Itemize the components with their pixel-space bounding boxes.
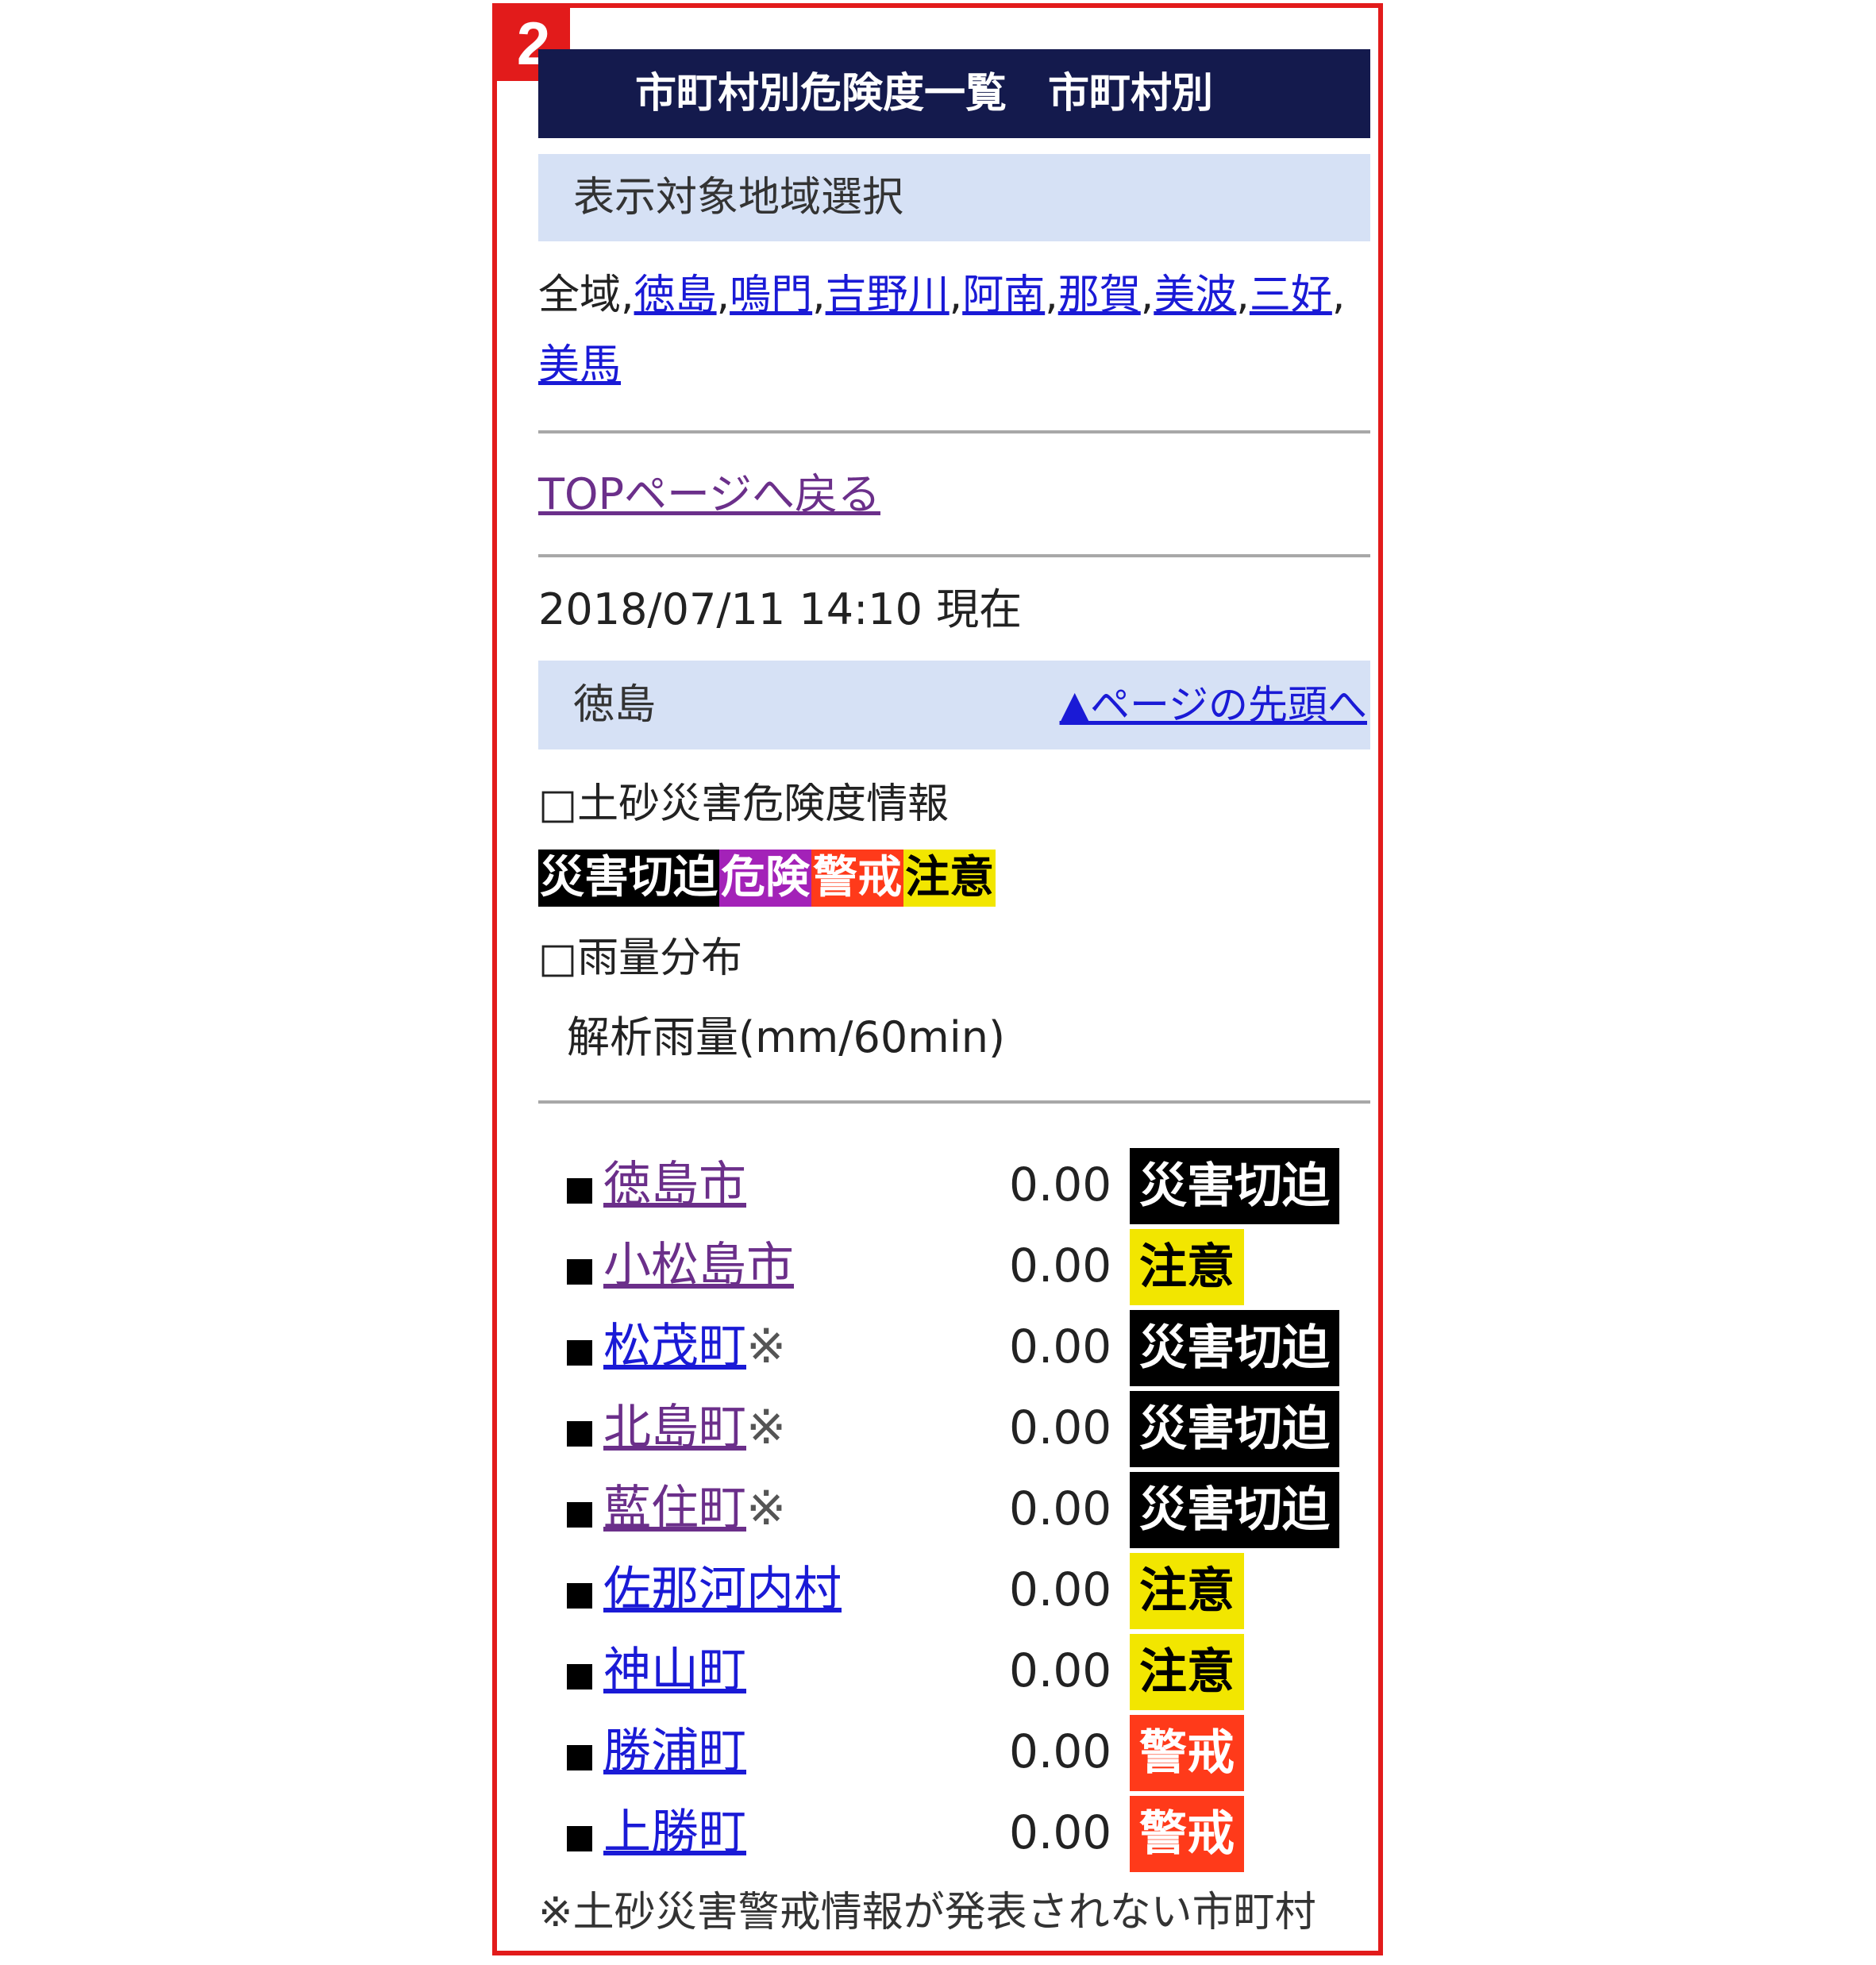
rainfall-value: 0.00 — [1009, 1401, 1112, 1454]
rain-section-label: □雨量分布 — [538, 934, 743, 982]
risk-level-badge: 注意 — [1130, 1553, 1244, 1629]
no-warning-mark: ※ — [746, 1319, 787, 1374]
region-link-yoshinogawa[interactable]: 吉野川 — [826, 272, 950, 319]
risk-level-badge: 警戒 — [1130, 1796, 1244, 1872]
municipality-link[interactable]: 勝浦町 — [603, 1724, 746, 1779]
municipality-row: 徳島市 0.00 災害切迫 — [538, 1146, 1370, 1227]
page-top-link[interactable]: ▲ページの先頭へ — [1060, 661, 1370, 749]
panel-content: 市町村別危険度一覧 市町村別 表示対象地域選択 全域,徳島,鳴門,吉野川,阿南,… — [538, 49, 1370, 1945]
risk-level-badge: 注意 — [1130, 1229, 1244, 1305]
bullet-square-icon — [567, 1583, 592, 1609]
footnote: ※土砂災害警戒情報が発表されない市町村 — [538, 1889, 1316, 1936]
municipality-name-cell: 北島町※ — [603, 1389, 786, 1466]
municipality-link[interactable]: 松茂町 — [603, 1319, 746, 1374]
region-link-minami[interactable]: 美波 — [1154, 272, 1236, 319]
rainfall-value: 0.00 — [1009, 1320, 1112, 1374]
municipality-link[interactable]: 藍住町 — [603, 1481, 746, 1536]
municipality-row: 上勝町 0.00 警戒 — [538, 1794, 1370, 1875]
legend-warning: 警戒 — [811, 850, 903, 907]
risk-level-badge: 災害切迫 — [1130, 1310, 1339, 1386]
municipality-link[interactable]: 上勝町 — [603, 1805, 746, 1860]
municipality-link[interactable]: 佐那河内村 — [603, 1562, 842, 1617]
bullet-square-icon — [567, 1745, 592, 1770]
divider — [538, 1100, 1370, 1104]
area-name: 徳島 — [573, 681, 657, 729]
municipality-row: 藍住町※ 0.00 災害切迫 — [538, 1470, 1370, 1551]
municipality-name-cell: 松茂町※ — [603, 1308, 786, 1385]
risk-legend: 災害切迫 危険 警戒 注意 — [538, 846, 1370, 910]
rainfall-value: 0.00 — [1009, 1805, 1112, 1859]
rain-sub-label: 解析雨量(mm/60min) — [567, 1012, 1006, 1062]
bullet-square-icon — [567, 1421, 592, 1447]
municipality-row: 小松島市 0.00 注意 — [538, 1227, 1370, 1308]
rainfall-value: 0.00 — [1009, 1643, 1112, 1697]
no-warning-mark: ※ — [746, 1400, 787, 1455]
rainfall-value: 0.00 — [1009, 1158, 1112, 1212]
bullet-square-icon — [567, 1340, 592, 1366]
region-link-naruto[interactable]: 鳴門 — [730, 272, 812, 319]
rainfall-value: 0.00 — [1009, 1562, 1112, 1616]
page-title: 市町村別危険度一覧 市町村別 — [538, 49, 1370, 138]
panel-frame: 2 市町村別危険度一覧 市町村別 表示対象地域選択 全域,徳島,鳴門,吉野川,阿… — [492, 3, 1383, 1955]
rainfall-value: 0.00 — [1009, 1481, 1112, 1535]
municipality-name-cell: 勝浦町 — [603, 1713, 746, 1790]
municipality-name-cell: 小松島市 — [603, 1227, 794, 1304]
region-link-list: 全域,徳島,鳴門,吉野川,阿南,那賀,美波,三好,美馬 — [538, 272, 1346, 389]
municipality-row: 佐那河内村 0.00 注意 — [538, 1551, 1370, 1632]
region-link-anan[interactable]: 阿南 — [962, 272, 1045, 319]
risk-level-badge: 警戒 — [1130, 1715, 1244, 1791]
region-link-naka[interactable]: 那賀 — [1058, 272, 1141, 319]
bullet-square-icon — [567, 1826, 592, 1851]
region-select-header: 表示対象地域選択 — [538, 154, 1370, 241]
municipality-row: 神山町 0.00 注意 — [538, 1632, 1370, 1713]
municipality-link[interactable]: 神山町 — [603, 1643, 746, 1698]
municipality-name-cell: 神山町 — [603, 1632, 746, 1709]
top-page-link[interactable]: TOPページへ戻る — [538, 469, 880, 519]
top-link-row: TOPページへ戻る — [538, 433, 1370, 546]
timestamp: 2018/07/11 14:10 現在 — [538, 584, 1023, 634]
municipality-link[interactable]: 小松島市 — [603, 1238, 794, 1293]
region-link-tokushima[interactable]: 徳島 — [634, 272, 717, 319]
sediment-section-label: □土砂災害危険度情報 — [538, 780, 950, 828]
municipality-link[interactable]: 徳島市 — [603, 1157, 746, 1212]
municipality-name-cell: 上勝町 — [603, 1794, 746, 1871]
municipality-name-cell: 藍住町※ — [603, 1470, 786, 1547]
municipality-name-cell: 徳島市 — [603, 1146, 746, 1223]
legend-danger: 危険 — [719, 850, 811, 907]
legend-caution: 注意 — [903, 850, 996, 907]
risk-level-badge: 注意 — [1130, 1634, 1244, 1710]
municipality-link[interactable]: 北島町 — [603, 1400, 746, 1455]
bullet-square-icon — [567, 1259, 592, 1285]
divider — [538, 554, 1370, 557]
bullet-square-icon — [567, 1178, 592, 1204]
risk-level-badge: 災害切迫 — [1130, 1148, 1339, 1224]
region-all-label: 全域 — [538, 272, 622, 319]
no-warning-mark: ※ — [746, 1481, 787, 1536]
bullet-square-icon — [567, 1502, 592, 1528]
municipality-row: 勝浦町 0.00 警戒 — [538, 1713, 1370, 1794]
risk-level-badge: 災害切迫 — [1130, 1391, 1339, 1467]
risk-level-badge: 災害切迫 — [1130, 1472, 1339, 1548]
rainfall-value: 0.00 — [1009, 1724, 1112, 1778]
region-link-mima[interactable]: 美馬 — [538, 341, 621, 389]
rainfall-value: 0.00 — [1009, 1239, 1112, 1293]
municipality-row: 松茂町※ 0.00 災害切迫 — [538, 1308, 1370, 1389]
municipality-list: 徳島市 0.00 災害切迫 小松島市 0.00 注意 松茂町※ 0.00 災害切迫 北島町※ 0.0… — [538, 1146, 1370, 1875]
municipality-name-cell: 佐那河内村 — [603, 1551, 842, 1628]
municipality-row: 北島町※ 0.00 災害切迫 — [538, 1389, 1370, 1470]
bullet-square-icon — [567, 1664, 592, 1690]
region-link-miyoshi[interactable]: 三好 — [1250, 272, 1332, 319]
legend-imminent: 災害切迫 — [538, 850, 719, 907]
area-header: 徳島 ▲ページの先頭へ — [538, 661, 1370, 749]
